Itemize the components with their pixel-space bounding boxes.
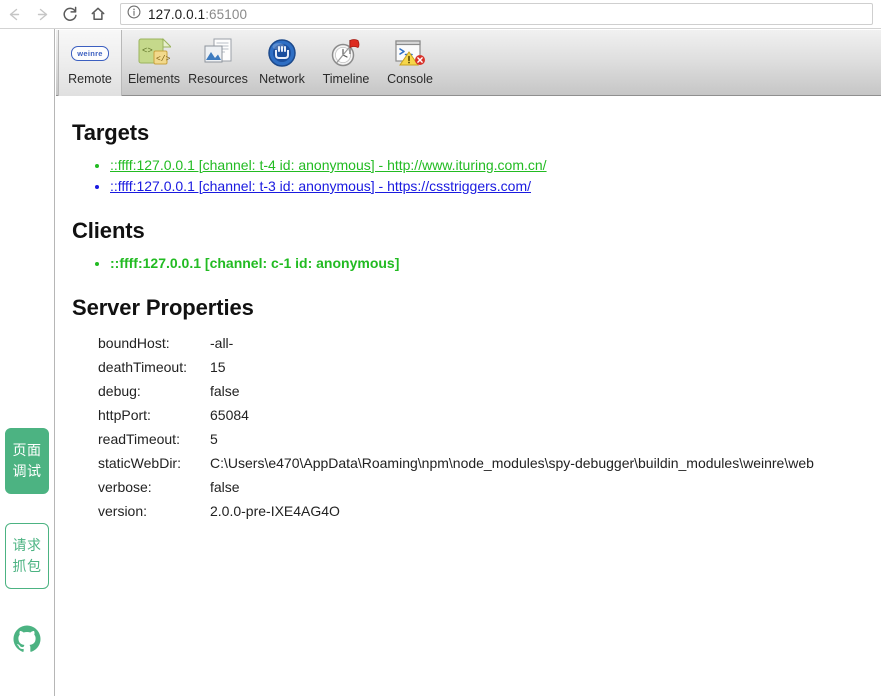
network-globe-icon [266, 35, 298, 71]
page-debug-label-line1: 页面 [12, 442, 42, 458]
tab-remote[interactable]: weinre Remote [58, 30, 122, 96]
reload-icon [61, 5, 79, 23]
request-capture-button[interactable]: 请求 抓包 [5, 523, 49, 589]
github-icon [12, 625, 42, 658]
home-button[interactable] [84, 0, 112, 28]
table-row: boundHost: -all- [98, 331, 814, 355]
request-capture-label-line2: 抓包 [12, 558, 42, 574]
property-name: debug: [98, 383, 141, 399]
clients-heading: Clients [72, 218, 145, 243]
target-link[interactable]: ::ffff:127.0.0.1 [channel: t-3 id: anony… [110, 178, 531, 194]
page-debug-button[interactable]: 页面 调试 [5, 428, 49, 494]
list-item[interactable]: ::ffff:127.0.0.1 [channel: t-4 id: anony… [110, 156, 881, 175]
table-row: httpPort: 65084 [98, 403, 814, 427]
arrow-right-icon [34, 6, 51, 23]
weinre-remote-page: Targets ::ffff:127.0.0.1 [channel: t-4 i… [56, 96, 881, 696]
clients-list: ::ffff:127.0.0.1 [channel: c-1 id: anony… [72, 254, 881, 273]
tab-elements-label: Elements [127, 72, 181, 86]
property-value: 2.0.0-pre-IXE4AG4O [210, 503, 340, 519]
tab-console[interactable]: Console [378, 30, 442, 96]
arrow-left-icon [6, 6, 23, 23]
forward-button[interactable] [28, 0, 56, 28]
left-sidebar: 页面 调试 请求 抓包 [0, 29, 55, 696]
tab-resources[interactable]: Resources [186, 30, 250, 96]
browser-toolbar: 127.0.0.1:65100 [0, 0, 881, 29]
list-item: ::ffff:127.0.0.1 [channel: c-1 id: anony… [110, 254, 881, 273]
table-row: staticWebDir: C:\Users\e470\AppData\Roam… [98, 451, 814, 475]
url-bar[interactable]: 127.0.0.1:65100 [120, 3, 873, 25]
resources-documents-icon [201, 35, 235, 71]
targets-heading: Targets [72, 120, 150, 145]
table-row: verbose: false [98, 475, 814, 499]
table-row: readTimeout: 5 [98, 427, 814, 451]
property-name: deathTimeout: [98, 359, 187, 375]
weinre-tab-bar: weinre Remote <> </> Elements Resources … [56, 30, 881, 96]
property-name: version: [98, 503, 148, 519]
tab-network-label: Network [259, 72, 305, 86]
console-warning-icon [393, 35, 427, 71]
info-circle-icon[interactable] [127, 5, 141, 24]
elements-code-icon: <> </> [137, 35, 171, 71]
property-name: verbose: [98, 479, 152, 495]
list-item[interactable]: ::ffff:127.0.0.1 [channel: t-3 id: anony… [110, 177, 881, 196]
tab-timeline[interactable]: Timeline [314, 30, 378, 96]
property-value: false [210, 383, 240, 399]
reload-button[interactable] [56, 0, 84, 28]
property-value: C:\Users\e470\AppData\Roaming\npm\node_m… [210, 455, 814, 471]
property-name: staticWebDir: [98, 455, 181, 471]
tab-elements[interactable]: <> </> Elements [122, 30, 186, 96]
tab-network[interactable]: Network [250, 30, 314, 96]
svg-text:<>: <> [142, 46, 153, 56]
url-host-text: 127.0.0.1 [148, 6, 206, 22]
tab-console-label: Console [387, 72, 433, 86]
url-port-text: :65100 [205, 6, 248, 22]
server-properties-table: boundHost: -all- deathTimeout: 15 debug:… [98, 331, 814, 523]
table-row: version: 2.0.0-pre-IXE4AG4O [98, 499, 814, 523]
property-name: readTimeout: [98, 431, 180, 447]
timeline-stopwatch-flag-icon [329, 35, 363, 71]
request-capture-label-line1: 请求 [12, 537, 42, 553]
svg-text:</>: </> [156, 55, 171, 64]
weinre-badge-text: weinre [71, 45, 109, 61]
table-row: deathTimeout: 15 [98, 355, 814, 379]
back-button[interactable] [0, 0, 28, 28]
property-value: -all- [210, 335, 234, 351]
property-value: 5 [210, 431, 218, 447]
property-value: 65084 [210, 407, 249, 423]
client-entry-text: ::ffff:127.0.0.1 [channel: c-1 id: anony… [110, 255, 400, 271]
tab-timeline-label: Timeline [322, 72, 370, 86]
property-value: 15 [210, 359, 226, 375]
target-link[interactable]: ::ffff:127.0.0.1 [channel: t-4 id: anony… [110, 157, 547, 173]
weinre-badge-icon: weinre [71, 35, 109, 71]
property-name: boundHost: [98, 335, 170, 351]
github-link[interactable] [12, 624, 42, 654]
table-row: debug: false [98, 379, 814, 403]
tab-remote-label: Remote [68, 72, 112, 86]
home-icon [89, 5, 107, 23]
targets-list: ::ffff:127.0.0.1 [channel: t-4 id: anony… [72, 156, 881, 196]
property-value: false [210, 479, 240, 495]
property-name: httpPort: [98, 407, 151, 423]
tab-resources-label: Resources [188, 72, 248, 86]
server-properties-heading: Server Properties [72, 295, 254, 320]
page-debug-label-line2: 调试 [12, 463, 42, 479]
